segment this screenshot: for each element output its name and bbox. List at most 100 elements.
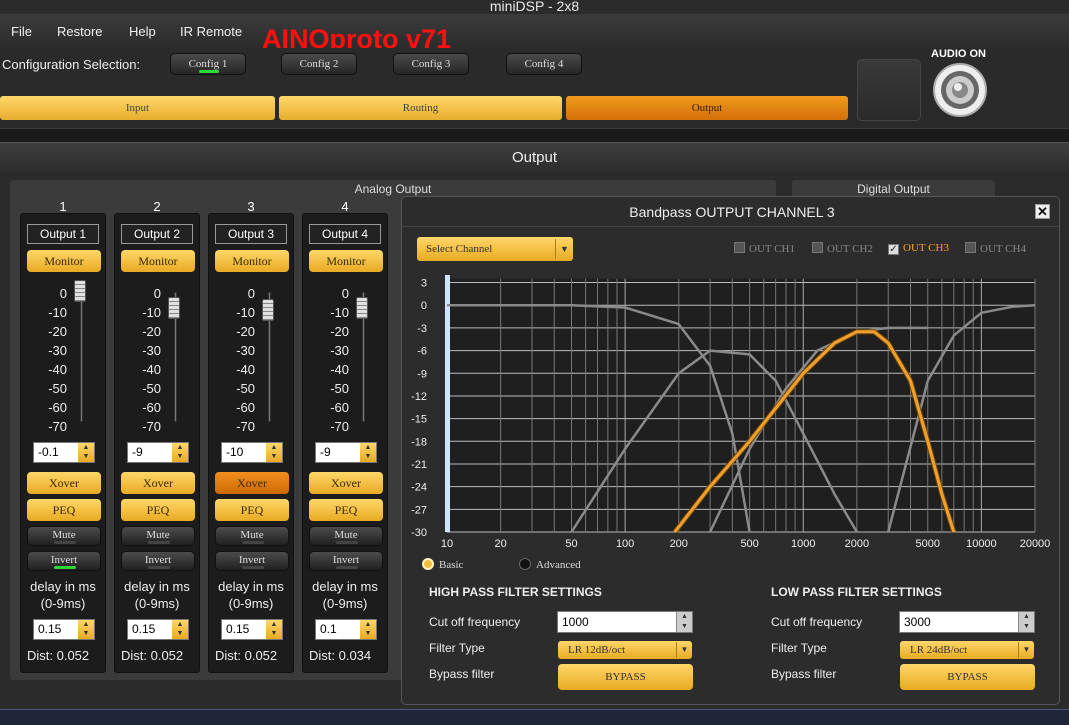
checkbox-out-ch1[interactable]: OUT CH1 bbox=[734, 242, 795, 255]
fader-scale-label: -30 bbox=[48, 343, 67, 358]
hp-type-select[interactable]: LR 12dB/oct ▼ bbox=[558, 641, 692, 659]
config-4-button[interactable]: Config 4 bbox=[506, 53, 582, 75]
invert-button[interactable]: Invert bbox=[27, 551, 101, 571]
config-2-button[interactable]: Config 2 bbox=[281, 53, 357, 75]
select-channel-dropdown[interactable]: Select Channel ▼ bbox=[417, 237, 573, 261]
invert-button[interactable]: Invert bbox=[215, 551, 289, 571]
menu-restore[interactable]: Restore bbox=[57, 24, 103, 39]
gain-input[interactable]: -10 ▲ ▼ bbox=[221, 442, 283, 463]
checkbox-out-ch3[interactable]: ✓ OUT CH3 bbox=[888, 242, 949, 255]
close-icon[interactable]: ✕ bbox=[1035, 204, 1050, 219]
delay-input[interactable]: 0.15 ▲ ▼ bbox=[127, 619, 189, 640]
digital-output-title: Digital Output bbox=[857, 182, 930, 196]
menu-file[interactable]: File bbox=[11, 24, 32, 39]
dialog-title: Bandpass OUTPUT CHANNEL 3 bbox=[629, 204, 835, 220]
tab-routing[interactable]: Routing bbox=[279, 96, 562, 120]
xover-button[interactable]: Xover bbox=[215, 472, 289, 494]
fader-scale-label: -30 bbox=[330, 343, 349, 358]
xover-button[interactable]: Xover bbox=[27, 472, 101, 494]
y-tick-label: -15 bbox=[411, 414, 427, 426]
check-icon: ✓ bbox=[888, 244, 899, 255]
peq-button[interactable]: PEQ bbox=[121, 499, 195, 521]
axis-marker-bar bbox=[445, 275, 450, 532]
x-tick-label: 2000 bbox=[845, 538, 869, 550]
output-name-field[interactable]: Output 4 bbox=[309, 224, 381, 244]
output-name-field[interactable]: Output 1 bbox=[27, 224, 99, 244]
mute-led bbox=[242, 541, 264, 544]
delay-label: delay in ms (0-9ms) bbox=[218, 579, 284, 611]
fader-scale-label: -70 bbox=[236, 419, 255, 434]
y-tick-label: -27 bbox=[411, 504, 427, 516]
radio-basic[interactable]: Basic bbox=[422, 558, 463, 571]
peq-button[interactable]: PEQ bbox=[215, 499, 289, 521]
fader-knob[interactable] bbox=[356, 297, 368, 320]
mute-button[interactable]: Mute bbox=[121, 526, 195, 546]
menu-help[interactable]: Help bbox=[129, 24, 156, 39]
spinner-arrows-icon[interactable]: ▲ ▼ bbox=[172, 620, 188, 639]
spinner-arrows-icon[interactable]: ▲ ▼ bbox=[360, 443, 376, 462]
hp-cutoff-input[interactable]: 1000 ▲ ▼ bbox=[557, 611, 693, 633]
checkbox-out-ch4[interactable]: OUT CH4 bbox=[965, 242, 1026, 255]
y-tick-label: 3 bbox=[421, 278, 427, 290]
hp-bypass-label: Bypass filter bbox=[429, 667, 495, 681]
menu-ir-remote[interactable]: IR Remote bbox=[180, 24, 242, 39]
invert-button[interactable]: Invert bbox=[309, 551, 383, 571]
channel-strip-2: Output 2 Monitor 0 -10 -20 -30 -40 -50 -60 -70 -9 ▲… bbox=[114, 213, 200, 673]
channel-number: 3 bbox=[247, 199, 255, 214]
fader-scale: 0 -10 -20 -30 -40 -50 -60 -70 bbox=[31, 284, 67, 436]
fader-scale-label: 0 bbox=[247, 286, 255, 301]
spinner-arrows-icon[interactable]: ▲ ▼ bbox=[172, 443, 188, 462]
monitor-button[interactable]: Monitor bbox=[215, 250, 289, 272]
checkbox-out-ch2[interactable]: OUT CH2 bbox=[812, 242, 873, 255]
tab-input[interactable]: Input bbox=[0, 96, 275, 120]
spinner-arrows-icon[interactable]: ▲ ▼ bbox=[1018, 612, 1034, 632]
mute-led bbox=[336, 541, 358, 544]
fader-scale-label: -20 bbox=[330, 324, 349, 339]
gain-input[interactable]: -9 ▲ ▼ bbox=[127, 442, 189, 463]
y-tick-label: -21 bbox=[411, 459, 427, 471]
spinner-arrows-icon[interactable]: ▲ ▼ bbox=[266, 620, 282, 639]
frequency-response-chart[interactable]: 3 0 -3 -6 -9 -12 -15 -18 -21 -24 -27 -30 10 20 50 100 20… bbox=[404, 275, 1059, 550]
monitor-button[interactable]: Monitor bbox=[27, 250, 101, 272]
fader-knob[interactable] bbox=[262, 299, 274, 321]
spinner-arrows-icon[interactable]: ▲ ▼ bbox=[266, 443, 282, 462]
radio-advanced[interactable]: Advanced bbox=[519, 558, 581, 571]
spinner-arrows-icon[interactable]: ▲ ▼ bbox=[676, 612, 692, 632]
invert-led bbox=[336, 566, 358, 569]
lp-cutoff-input[interactable]: 3000 ▲ ▼ bbox=[899, 611, 1035, 633]
monitor-button[interactable]: Monitor bbox=[309, 250, 383, 272]
peq-button[interactable]: PEQ bbox=[309, 499, 383, 521]
spinner-arrows-icon[interactable]: ▲ ▼ bbox=[360, 620, 376, 639]
fader-track[interactable] bbox=[80, 292, 83, 422]
x-tick-label: 200 bbox=[670, 538, 688, 550]
lp-type-select[interactable]: LR 24dB/oct ▼ bbox=[900, 641, 1034, 659]
invert-button[interactable]: Invert bbox=[121, 551, 195, 571]
mute-button[interactable]: Mute bbox=[27, 526, 101, 546]
fader-knob[interactable] bbox=[74, 280, 86, 303]
chevron-down-icon: ▼ bbox=[676, 642, 692, 658]
gain-input[interactable]: -0.1 ▲ ▼ bbox=[33, 442, 95, 463]
monitor-button[interactable]: Monitor bbox=[121, 250, 195, 272]
fader-knob[interactable] bbox=[168, 297, 180, 320]
peq-button[interactable]: PEQ bbox=[27, 499, 101, 521]
spinner-arrows-icon[interactable]: ▲ ▼ bbox=[78, 443, 94, 462]
output-name-field[interactable]: Output 3 bbox=[215, 224, 287, 244]
xover-button[interactable]: Xover bbox=[309, 472, 383, 494]
hp-bypass-button[interactable]: BYPASS bbox=[558, 664, 693, 690]
spinner-arrows-icon[interactable]: ▲ ▼ bbox=[78, 620, 94, 639]
config-1-button[interactable]: Config 1 bbox=[170, 53, 246, 75]
fader-scale-label: -50 bbox=[48, 381, 67, 396]
fader-scale-label: -30 bbox=[142, 343, 161, 358]
mute-button[interactable]: Mute bbox=[309, 526, 383, 546]
gain-input[interactable]: -9 ▲ ▼ bbox=[315, 442, 377, 463]
mute-button[interactable]: Mute bbox=[215, 526, 289, 546]
xover-button[interactable]: Xover bbox=[121, 472, 195, 494]
output-name-field[interactable]: Output 2 bbox=[121, 224, 193, 244]
lp-bypass-button[interactable]: BYPASS bbox=[900, 664, 1035, 690]
delay-label: delay in ms (0-9ms) bbox=[312, 579, 378, 611]
delay-input[interactable]: 0.1 ▲ ▼ bbox=[315, 619, 377, 640]
config-3-button[interactable]: Config 3 bbox=[393, 53, 469, 75]
tab-output[interactable]: Output bbox=[566, 96, 848, 120]
delay-input[interactable]: 0.15 ▲ ▼ bbox=[221, 619, 283, 640]
delay-input[interactable]: 0.15 ▲ ▼ bbox=[33, 619, 95, 640]
